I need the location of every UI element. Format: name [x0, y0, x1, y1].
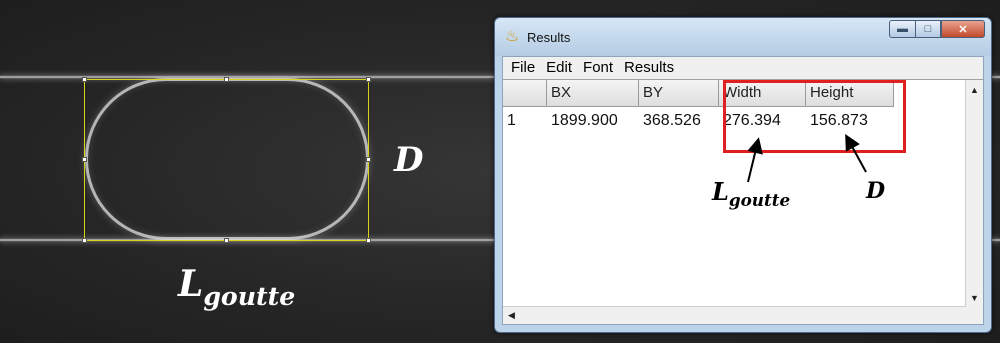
height-annotation: D	[866, 178, 886, 204]
arrow-to-height	[845, 133, 867, 173]
width-annotation: Lgoutte	[712, 177, 791, 210]
annotation-arrows	[747, 133, 867, 183]
